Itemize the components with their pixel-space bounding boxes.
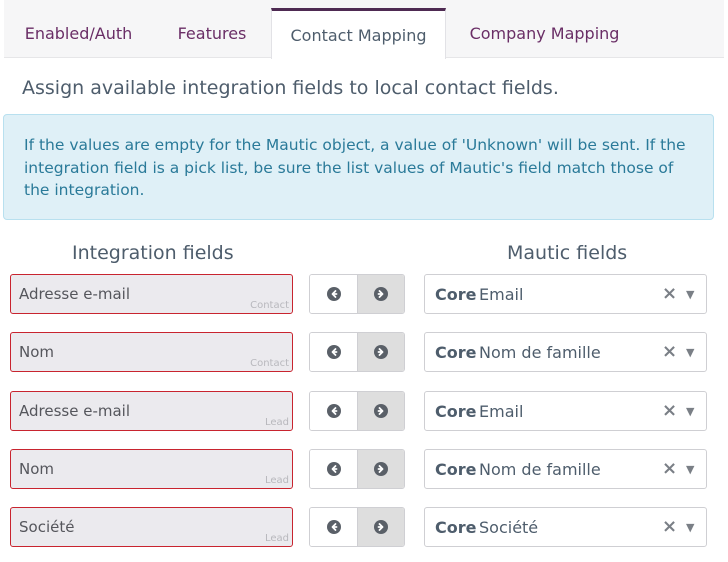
arrow-right-circle-icon bbox=[374, 287, 388, 301]
mautic-field-select[interactable]: Core Email × ▼ bbox=[424, 274, 707, 314]
caret-down-icon[interactable]: ▼ bbox=[686, 521, 694, 534]
intro-text: Assign available integration fields to l… bbox=[22, 77, 559, 99]
integration-object-label: Contact bbox=[250, 300, 289, 311]
tab-enabled-auth[interactable]: Enabled/Auth bbox=[4, 8, 153, 58]
tab-bar: Enabled/Auth Features Contact Mapping Co… bbox=[4, 0, 724, 59]
field-group-label: Core bbox=[435, 518, 477, 537]
sync-right-button[interactable] bbox=[357, 508, 404, 546]
arrow-left-circle-icon bbox=[326, 345, 341, 359]
sync-left-button[interactable] bbox=[310, 333, 357, 371]
tab-features[interactable]: Features bbox=[153, 8, 271, 58]
integration-fields-heading: Integration fields bbox=[72, 242, 234, 264]
sync-right-button[interactable] bbox=[357, 392, 404, 430]
caret-down-icon[interactable]: ▼ bbox=[686, 288, 694, 301]
integration-field-input[interactable]: Adresse e-mail Contact bbox=[10, 274, 293, 314]
caret-down-icon[interactable]: ▼ bbox=[686, 405, 694, 418]
integration-field-input[interactable]: Nom Contact bbox=[10, 332, 293, 372]
clear-x-icon[interactable]: × bbox=[662, 458, 677, 479]
sync-left-button[interactable] bbox=[310, 508, 357, 546]
field-group-label: Core bbox=[435, 285, 477, 304]
sync-right-button[interactable] bbox=[357, 275, 404, 313]
sync-left-button[interactable] bbox=[310, 450, 357, 488]
arrow-right-circle-icon bbox=[374, 520, 388, 534]
tab-company-mapping[interactable]: Company Mapping bbox=[446, 8, 643, 58]
arrow-right-circle-icon bbox=[374, 404, 388, 418]
sync-direction-toggle bbox=[309, 507, 405, 547]
mautic-field-select[interactable]: Core Société × ▼ bbox=[424, 507, 707, 547]
mapping-row: Nom Contact Core Nom de famille × ▼ bbox=[0, 332, 728, 372]
integration-object-label: Lead bbox=[264, 475, 289, 486]
integration-object-label: Lead bbox=[264, 417, 289, 428]
info-alert: If the values are empty for the Mautic o… bbox=[3, 114, 714, 220]
clear-x-icon[interactable]: × bbox=[662, 283, 677, 304]
mapping-row: Société Lead Core Société × ▼ bbox=[0, 507, 728, 547]
caret-down-icon[interactable]: ▼ bbox=[686, 346, 694, 359]
sync-direction-toggle bbox=[309, 391, 405, 431]
sync-right-button[interactable] bbox=[357, 333, 404, 371]
sync-direction-toggle bbox=[309, 449, 405, 489]
sync-left-button[interactable] bbox=[310, 275, 357, 313]
field-group-label: Core bbox=[435, 460, 477, 479]
arrow-left-circle-icon bbox=[326, 287, 341, 301]
integration-object-label: Lead bbox=[264, 533, 289, 544]
integration-field-input[interactable]: Société Lead bbox=[10, 507, 293, 547]
sync-direction-toggle bbox=[309, 274, 405, 314]
integration-field-label: Nom bbox=[19, 343, 55, 361]
field-group-label: Core bbox=[435, 343, 477, 362]
mautic-field-value: Nom de famille bbox=[479, 460, 601, 479]
caret-down-icon[interactable]: ▼ bbox=[686, 463, 694, 476]
mapping-row: Nom Lead Core Nom de famille × ▼ bbox=[0, 449, 728, 489]
tab-contact-mapping[interactable]: Contact Mapping bbox=[271, 8, 446, 59]
mautic-field-value: Nom de famille bbox=[479, 343, 601, 362]
mautic-field-select[interactable]: Core Email × ▼ bbox=[424, 391, 707, 431]
mapping-row: Adresse e-mail Contact Core Email × ▼ bbox=[0, 274, 728, 314]
field-group-label: Core bbox=[435, 402, 477, 421]
mautic-field-value: Email bbox=[479, 402, 524, 421]
integration-field-input[interactable]: Nom Lead bbox=[10, 449, 293, 489]
arrow-left-circle-icon bbox=[326, 404, 341, 418]
arrow-left-circle-icon bbox=[326, 520, 341, 534]
mautic-field-value: Email bbox=[479, 285, 524, 304]
clear-x-icon[interactable]: × bbox=[662, 341, 677, 362]
mautic-field-value: Société bbox=[479, 518, 539, 537]
mapping-row: Adresse e-mail Lead Core Email × ▼ bbox=[0, 391, 728, 431]
clear-x-icon[interactable]: × bbox=[662, 516, 677, 537]
integration-field-label: Adresse e-mail bbox=[19, 402, 130, 420]
mautic-field-select[interactable]: Core Nom de famille × ▼ bbox=[424, 449, 707, 489]
mautic-field-select[interactable]: Core Nom de famille × ▼ bbox=[424, 332, 707, 372]
clear-x-icon[interactable]: × bbox=[662, 400, 677, 421]
sync-direction-toggle bbox=[309, 332, 405, 372]
arrow-right-circle-icon bbox=[374, 462, 388, 476]
arrow-left-circle-icon bbox=[326, 462, 341, 476]
integration-field-label: Société bbox=[19, 518, 75, 536]
arrow-right-circle-icon bbox=[374, 345, 388, 359]
integration-object-label: Contact bbox=[250, 358, 289, 369]
integration-field-input[interactable]: Adresse e-mail Lead bbox=[10, 391, 293, 431]
sync-left-button[interactable] bbox=[310, 392, 357, 430]
mautic-fields-heading: Mautic fields bbox=[507, 242, 628, 264]
integration-field-label: Adresse e-mail bbox=[19, 285, 130, 303]
integration-field-label: Nom bbox=[19, 460, 55, 478]
sync-right-button[interactable] bbox=[357, 450, 404, 488]
